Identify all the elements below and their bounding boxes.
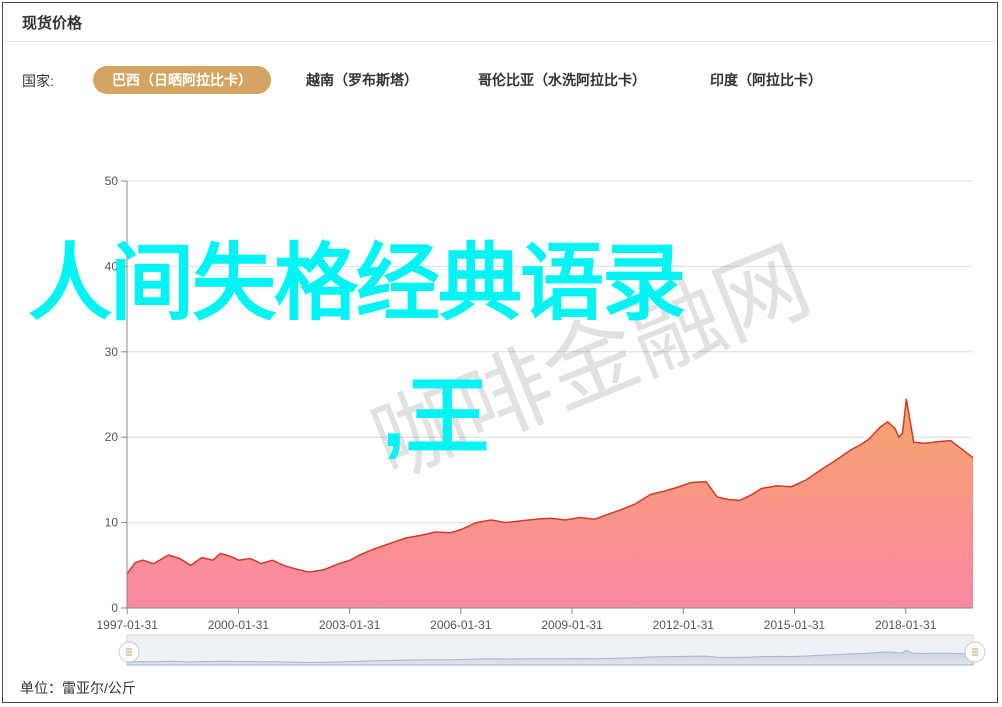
x-tick-label: 2006-01-31 (430, 618, 492, 632)
overlay-headline: 人间失格经典语录 (28, 236, 686, 330)
x-tick-label: 2000-01-31 (208, 618, 270, 632)
x-tick-label: 2003-01-31 (319, 618, 381, 632)
overlay-subline: ,王 (382, 370, 490, 464)
x-tick-label: 1997-01-31 (96, 618, 158, 632)
y-tick-label: 30 (105, 345, 119, 359)
x-tick-label: 2015-01-31 (764, 618, 826, 632)
x-tick-label: 2012-01-31 (653, 618, 715, 632)
y-tick-label: 20 (105, 430, 119, 444)
navigator-left-handle[interactable] (118, 641, 140, 663)
x-tick-label: 2018-01-31 (875, 618, 937, 632)
x-tick-label: 2009-01-31 (541, 618, 603, 632)
y-tick-label: 10 (105, 516, 119, 530)
y-tick-label: 50 (105, 174, 119, 188)
navigator-right-handle[interactable] (964, 641, 986, 663)
y-tick-label: 0 (111, 601, 118, 615)
